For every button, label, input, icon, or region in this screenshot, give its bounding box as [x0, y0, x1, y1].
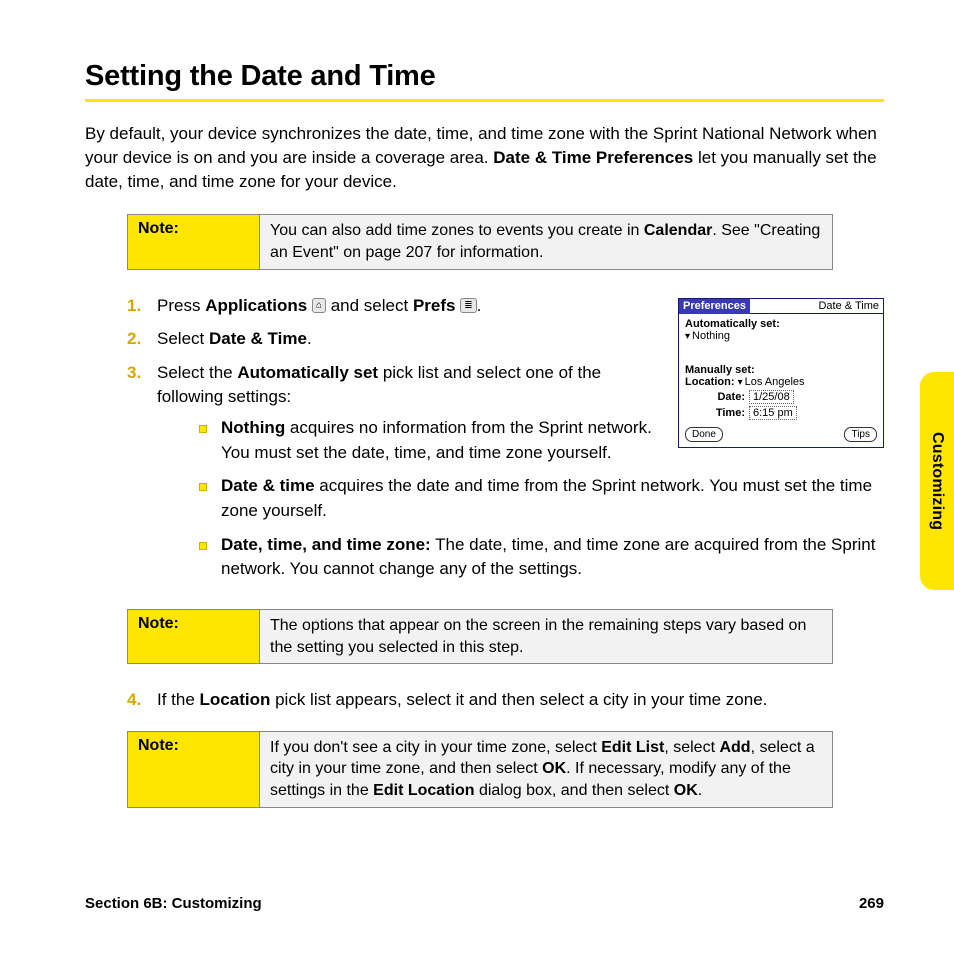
note-box-3: Note: If you don't see a city in your ti… [127, 731, 833, 808]
s1-pre: Press [157, 296, 205, 315]
step-1: Press Applications ⌂ and select Prefs ≣. [127, 294, 884, 319]
n3-b5: OK [674, 782, 698, 799]
s2-b1: Date & Time [209, 329, 307, 348]
s3-b1: Automatically set [237, 363, 378, 382]
side-tab: Customizing [920, 372, 954, 590]
footer-section: Section 6B: Customizing [85, 895, 262, 912]
page-heading: Setting the Date and Time [85, 60, 884, 93]
s2-pre: Select [157, 329, 209, 348]
n3-p2: , select [664, 739, 719, 756]
s1-post: . [477, 296, 482, 315]
b2-bold: Date & time [221, 476, 315, 495]
intro-paragraph: By default, your device synchronizes the… [85, 122, 884, 194]
step-4: If the Location pick list appears, selec… [127, 688, 884, 713]
intro-bold: Date & Time Preferences [493, 148, 693, 167]
note-label-3: Note: [128, 732, 260, 807]
note-body-1: You can also add time zones to events yo… [260, 215, 832, 268]
steps-list-2: If the Location pick list appears, selec… [85, 688, 884, 713]
side-tab-label: Customizing [928, 432, 946, 530]
note-body-3: If you don't see a city in your time zon… [260, 732, 832, 807]
s1-b1: Applications [205, 296, 307, 315]
b1-text: acquires no information from the Sprint … [221, 418, 652, 462]
bullet-2: Date & time acquires the date and time f… [199, 474, 884, 523]
n3-b2: Add [719, 739, 750, 756]
note1-pre: You can also add time zones to events yo… [270, 222, 644, 239]
steps-list: Press Applications ⌂ and select Prefs ≣.… [85, 294, 884, 582]
s4-pre: If the [157, 690, 200, 709]
bullet-1: Nothing acquires no information from the… [199, 416, 884, 465]
prefs-icon: ≣ [460, 298, 476, 313]
b1-bold: Nothing [221, 418, 285, 437]
n3-b1: Edit List [601, 739, 664, 756]
s4-b1: Location [200, 690, 271, 709]
s1-mid: and select [331, 296, 413, 315]
n3-b4: Edit Location [373, 782, 474, 799]
s1-b2: Prefs [413, 296, 456, 315]
note-box-2: Note: The options that appear on the scr… [127, 609, 833, 664]
n3-p1: If you don't see a city in your time zon… [270, 739, 601, 756]
footer-page: 269 [859, 895, 884, 912]
note1-bold: Calendar [644, 222, 712, 239]
n3-b3: OK [542, 760, 566, 777]
bullets-list: Nothing acquires no information from the… [157, 416, 884, 582]
b3-bold: Date, time, and time zone: [221, 535, 431, 554]
n3-p5: dialog box, and then select [475, 782, 674, 799]
home-icon: ⌂ [312, 298, 326, 313]
note-label-2: Note: [128, 610, 260, 663]
step-3: Select the Automatically set pick list a… [127, 361, 884, 582]
note-box-1: Note: You can also add time zones to eve… [127, 214, 833, 269]
step-2: Select Date & Time. [127, 327, 884, 352]
page-footer: Section 6B: Customizing 269 [85, 895, 884, 912]
note-label: Note: [128, 215, 260, 268]
heading-rule [85, 99, 884, 102]
note-body-2: The options that appear on the screen in… [260, 610, 832, 663]
bullet-3: Date, time, and time zone: The date, tim… [199, 533, 884, 582]
s2-post: . [307, 329, 312, 348]
b2-text: acquires the date and time from the Spri… [221, 476, 872, 520]
s3-pre: Select the [157, 363, 237, 382]
n3-p6: . [698, 782, 702, 799]
s4-post: pick list appears, select it and then se… [270, 690, 767, 709]
